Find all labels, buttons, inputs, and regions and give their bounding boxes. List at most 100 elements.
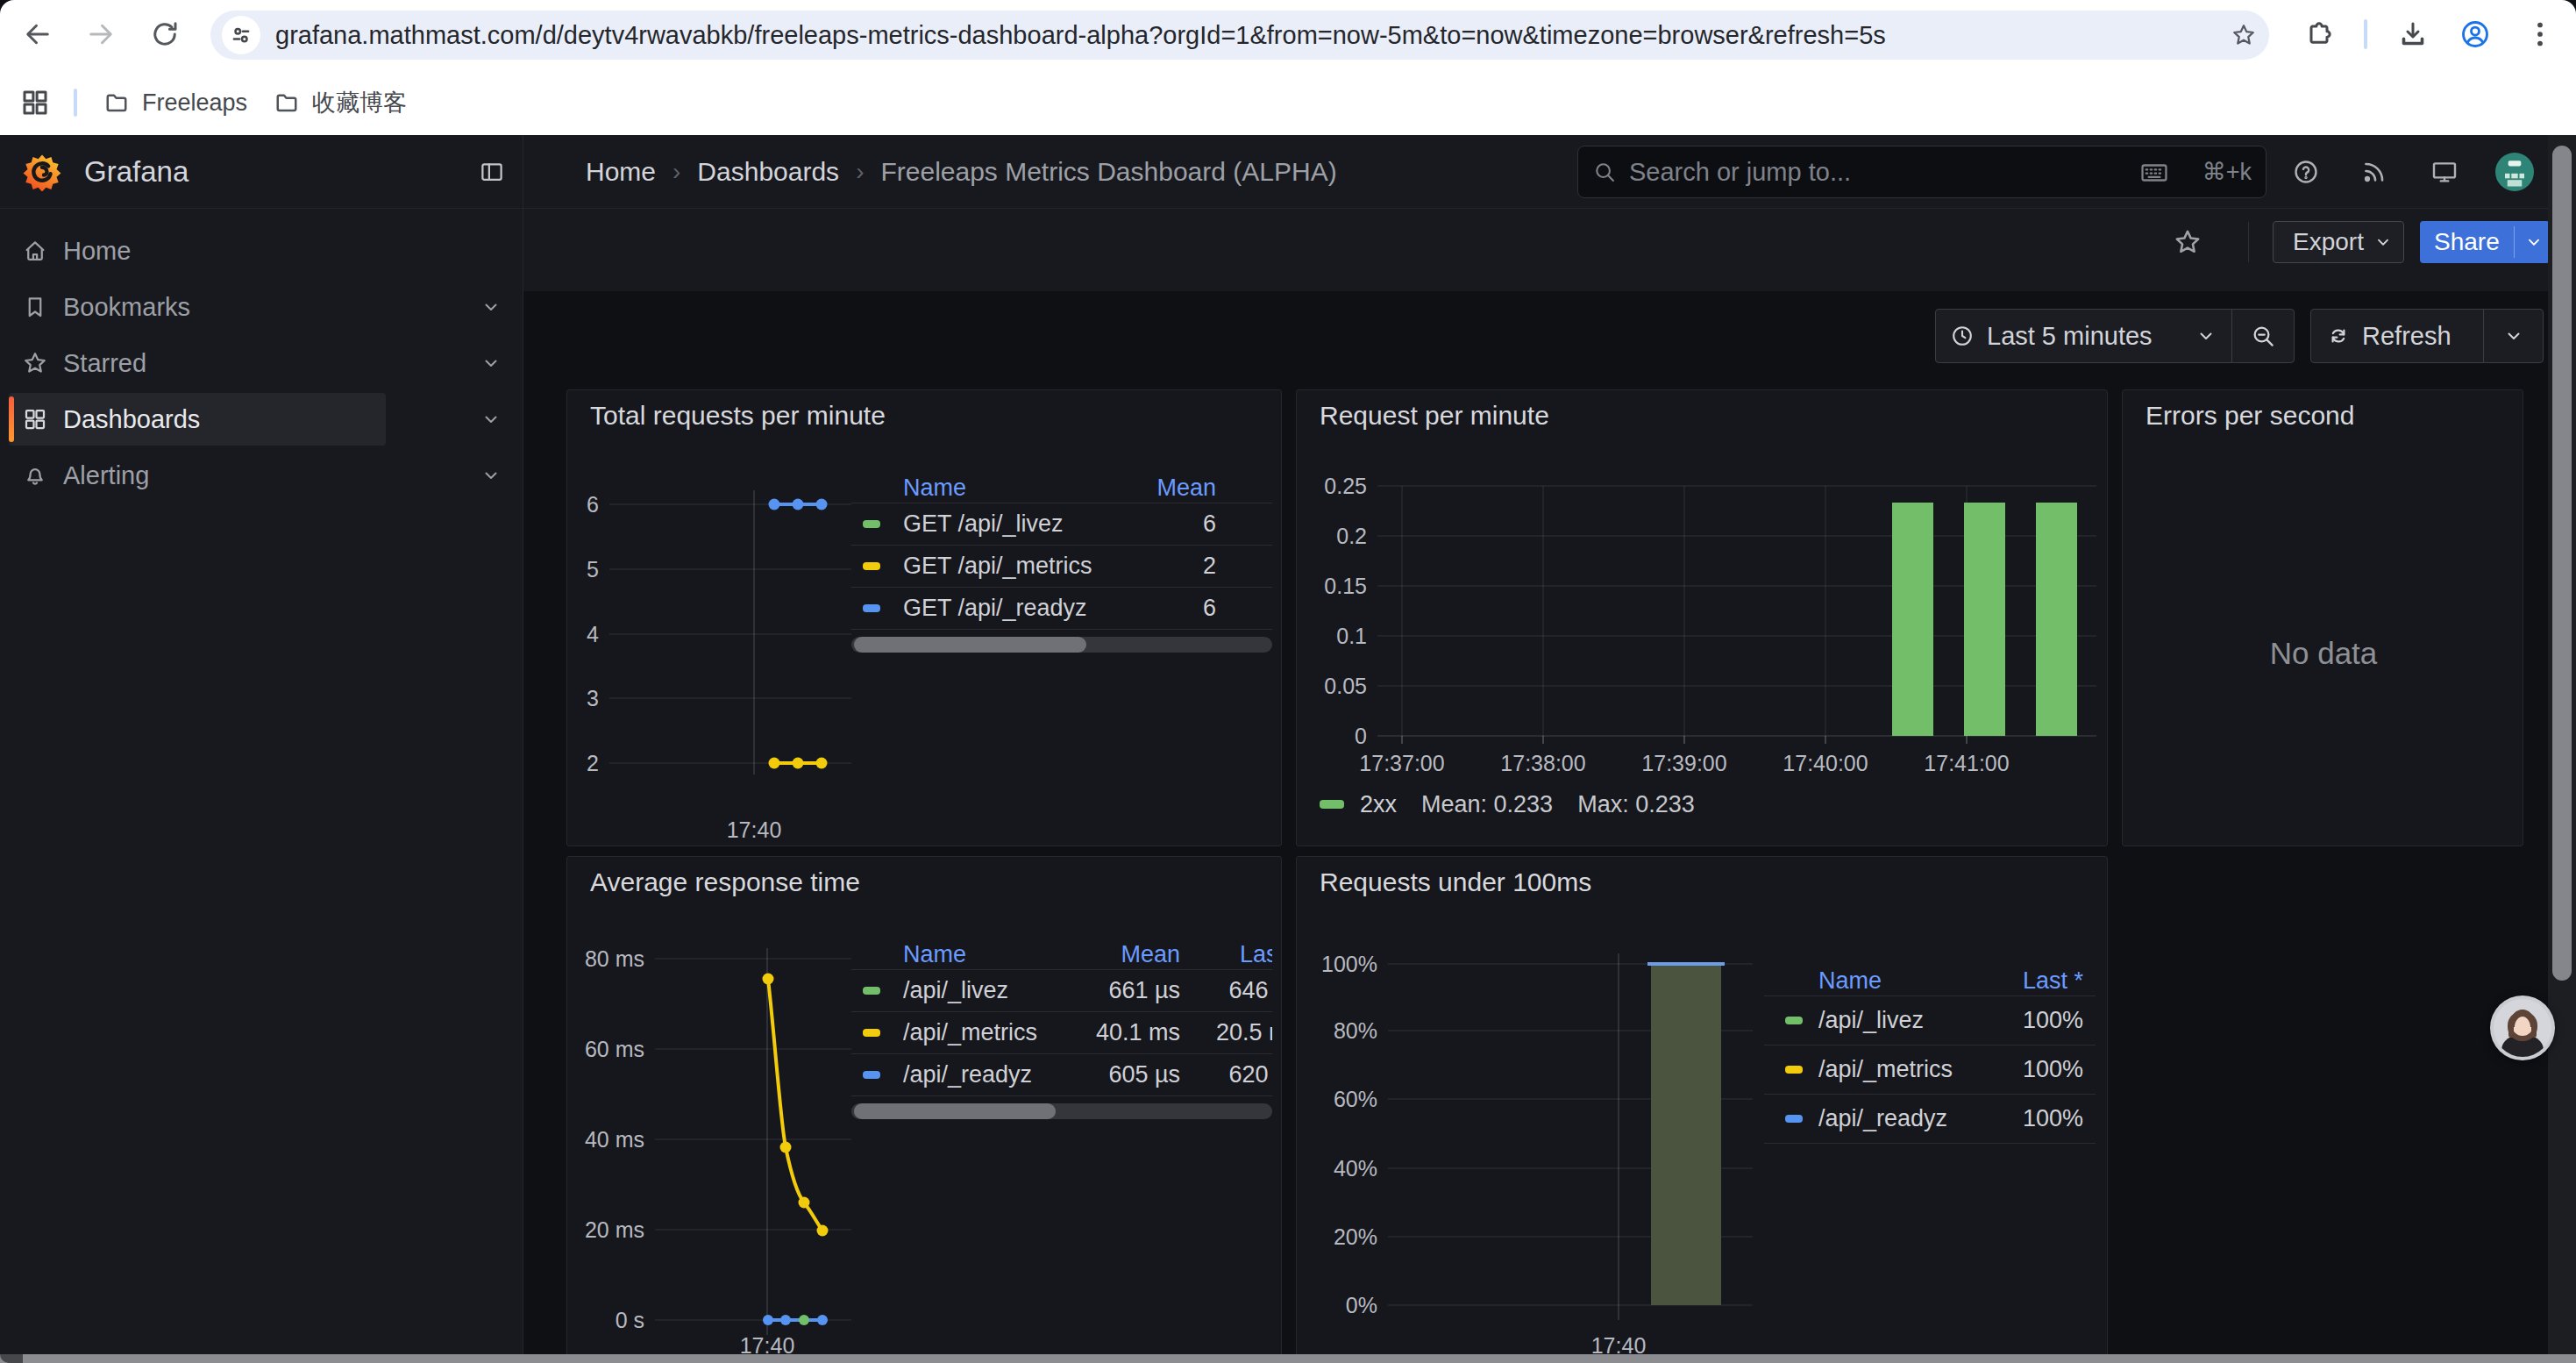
site-settings-icon[interactable] [222, 16, 260, 54]
grafana-sidebar: Grafana HomeBookmarksStarredDashboardsAle… [0, 135, 523, 1363]
chevron-down-icon[interactable] [480, 353, 502, 374]
browser-back-icon[interactable] [22, 18, 53, 50]
series-color-swatch [863, 520, 880, 528]
legend-scrollbar-thumb[interactable] [854, 1103, 1056, 1119]
page-scrollbar-thumb[interactable] [2552, 146, 2572, 981]
legend-row[interactable]: GET /api/_readyz6 [851, 588, 1272, 630]
legend-row[interactable]: /api/_readyz100% [1764, 1095, 2096, 1144]
refresh-icon[interactable] [2327, 325, 2350, 347]
series-name: /api/_metrics [903, 1019, 1077, 1046]
bookmark-icon [22, 294, 48, 320]
browser-reload-icon[interactable] [149, 18, 181, 50]
svg-text:17:37:00: 17:37:00 [1359, 751, 1444, 775]
bookmark-item[interactable]: 收藏博客 [274, 84, 407, 121]
panel-p2: Request per minute0.250.20.150.10.05017:… [1296, 389, 2108, 846]
time-range-control: Last 5 minutes [1935, 309, 2295, 363]
help-icon[interactable] [2292, 158, 2320, 186]
chevron-down-icon[interactable] [2195, 325, 2217, 346]
panel-title[interactable]: Errors per second [2145, 401, 2354, 431]
browser-menu-icon[interactable] [2524, 18, 2556, 50]
browser-forward-icon[interactable] [85, 18, 117, 50]
sidebar-item-label: Starred [63, 335, 146, 391]
share-split-divider [2514, 226, 2515, 258]
legend-row[interactable]: GET /api/_livez6 [851, 503, 1272, 546]
apps-icon [22, 406, 48, 432]
search-input[interactable]: Search or jump to...⌘+k [1577, 146, 2266, 198]
svg-text:4: 4 [587, 622, 599, 646]
bookmark-label: Freeleaps [142, 89, 247, 117]
svg-text:17:38:00: 17:38:00 [1500, 751, 1585, 775]
breadcrumb-item[interactable]: Home [586, 157, 656, 187]
sidebar-item-dashboards[interactable]: Dashboards [0, 391, 523, 447]
monitor-icon[interactable] [2430, 158, 2459, 186]
svg-text:100%: 100% [1321, 952, 1377, 976]
legend-col-Mean[interactable]: Mean [1077, 941, 1180, 968]
panel-p3: Errors per secondNo data [2122, 389, 2523, 846]
legend-col-Last *[interactable]: Last * [1180, 941, 1272, 968]
legend-row[interactable]: /api/_livez661 µs646 µs [851, 970, 1272, 1012]
legend-table: NameMeanGET /api/_livez6GET /api/_metric… [851, 474, 1272, 653]
legend-scrollbar[interactable] [851, 637, 1272, 653]
breadcrumb-item[interactable]: Dashboards [697, 157, 839, 187]
svg-text:80%: 80% [1334, 1018, 1377, 1043]
legend-col-name[interactable]: Name [903, 941, 1077, 968]
rss-icon[interactable] [2360, 158, 2388, 186]
zoom-out-icon[interactable] [2250, 323, 2276, 349]
export-button[interactable]: Export [2273, 221, 2404, 263]
legend-col-name[interactable]: Name [903, 475, 1111, 502]
chart[interactable]: 0.250.20.150.10.05017:37:0017:38:0017:39… [1297, 390, 2108, 846]
series-color-swatch [863, 987, 880, 995]
apps-grid-icon[interactable] [19, 87, 51, 118]
svg-text:17:41:00: 17:41:00 [1924, 751, 2009, 775]
horizontal-scrollbar[interactable] [0, 1354, 2576, 1363]
svg-text:40%: 40% [1334, 1156, 1377, 1181]
series-name: /api/_livez [903, 977, 1077, 1004]
bookmark-item[interactable]: Freeleaps [103, 84, 247, 121]
favorite-star-icon[interactable] [2173, 227, 2202, 257]
chevron-down-icon[interactable] [2503, 325, 2524, 346]
sidebar-item-home[interactable]: Home [0, 223, 523, 279]
breadcrumb: Home›Dashboards›Freeleaps Metrics Dashbo… [586, 135, 1337, 209]
window-corner [0, 1354, 23, 1363]
active-indicator [9, 396, 14, 442]
series-last: 646 µs [1180, 977, 1272, 1004]
legend-col-Mean[interactable]: Mean [1111, 475, 1216, 502]
panel-p4: Average response time80 ms60 ms40 ms20 m… [566, 856, 1282, 1363]
legend-row[interactable]: GET /api/_metrics2 [851, 546, 1272, 588]
downloads-icon[interactable] [2397, 18, 2429, 50]
sidebar-item-label: Bookmarks [63, 279, 190, 335]
legend-row[interactable]: /api/_livez100% [1764, 996, 2096, 1045]
legend-row[interactable]: /api/_metrics40.1 ms20.5 ms [851, 1012, 1272, 1054]
svg-text:20%: 20% [1334, 1224, 1377, 1249]
extensions-icon[interactable] [2303, 18, 2335, 50]
grafana-topnav: Home›Dashboards›Freeleaps Metrics Dashbo… [523, 135, 2576, 209]
grafana-logo[interactable] [23, 153, 61, 191]
series-mean: 6 [1111, 510, 1216, 538]
chevron-down-icon[interactable] [480, 465, 502, 486]
sidebar-toggle-icon[interactable] [479, 159, 505, 185]
floating-avatar[interactable] [2490, 995, 2555, 1060]
sidebar-header: Grafana [0, 135, 523, 209]
search-shortcut: ⌘+k [2202, 146, 2252, 197]
svg-text:0.25: 0.25 [1324, 474, 1367, 498]
legend-col-Last *[interactable]: Last * [1996, 967, 2083, 995]
legend-scrollbar[interactable] [851, 1103, 1272, 1119]
legend-row[interactable]: /api/_metrics100% [1764, 1045, 2096, 1095]
chart-legend[interactable]: 2xxMean: 0.233Max: 0.233 [1320, 787, 1695, 822]
bookmark-star-icon[interactable] [2231, 22, 2257, 48]
legend-row[interactable]: /api/_readyz605 µs620 µs [851, 1054, 1272, 1096]
svg-text:0 s: 0 s [616, 1308, 644, 1332]
series-mean: 661 µs [1077, 977, 1180, 1004]
sidebar-item-bookmarks[interactable]: Bookmarks [0, 279, 523, 335]
profile-icon[interactable] [2459, 18, 2491, 50]
user-avatar[interactable] [2495, 153, 2534, 191]
chevron-down-icon[interactable] [480, 296, 502, 318]
share-button[interactable]: Share [2420, 221, 2550, 263]
legend-col-name[interactable]: Name [1818, 967, 1996, 995]
browser-address-bar[interactable]: grafana.mathmast.com/d/deytv4rwavabkb/fr… [210, 11, 2269, 60]
chevron-down-icon[interactable] [2524, 232, 2544, 252]
chevron-down-icon[interactable] [480, 409, 502, 430]
sidebar-item-starred[interactable]: Starred [0, 335, 523, 391]
legend-scrollbar-thumb[interactable] [854, 637, 1086, 653]
sidebar-item-alerting[interactable]: Alerting [0, 447, 523, 503]
